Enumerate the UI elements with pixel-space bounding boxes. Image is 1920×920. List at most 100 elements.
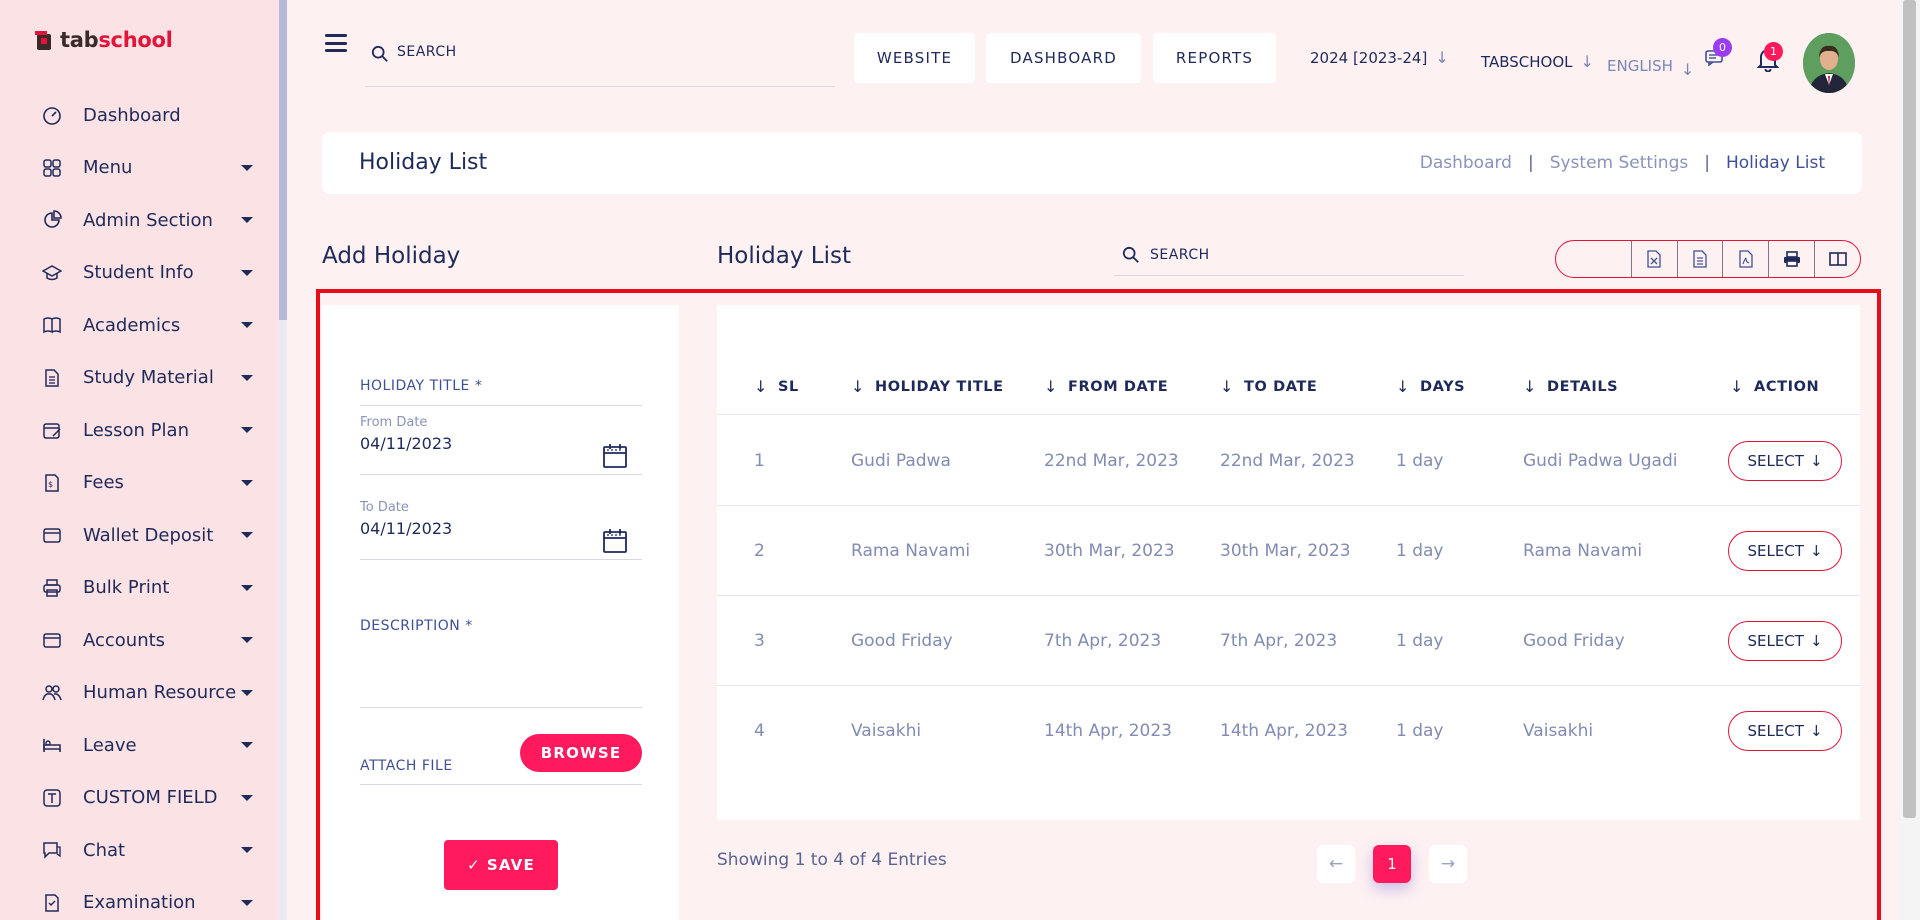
calendar-edit-icon xyxy=(42,420,62,440)
website-button[interactable]: WEBSITE xyxy=(854,33,975,83)
language-value: ENGLISH xyxy=(1607,56,1673,75)
excel-file-icon xyxy=(1647,250,1661,268)
school-select[interactable]: TABSCHOOL ↓ xyxy=(1481,52,1594,71)
sidebar-item-label: Dashboard xyxy=(83,104,181,126)
messages-badge: 0 xyxy=(1713,38,1732,57)
language-select[interactable]: ENGLISH ↓ xyxy=(1607,52,1695,80)
users-icon xyxy=(42,683,62,703)
focus-region xyxy=(316,289,1881,920)
sidebar-item-fees[interactable]: $ Fees xyxy=(0,457,279,510)
sidebar-item-label: Academics xyxy=(83,314,181,336)
sidebar-item-menu[interactable]: Menu xyxy=(0,142,279,195)
arrow-down-icon: ↓ xyxy=(1580,52,1594,71)
breadcrumb-dashboard[interactable]: Dashboard xyxy=(1420,153,1512,173)
caret-down-icon xyxy=(241,532,253,539)
caret-down-icon xyxy=(241,584,253,591)
user-avatar-icon xyxy=(1803,33,1855,93)
export-pdf-button[interactable] xyxy=(1722,241,1768,277)
sidebar-item-lesson-plan[interactable]: Lesson Plan xyxy=(0,404,279,457)
global-search-input[interactable] xyxy=(397,44,797,60)
caret-down-icon xyxy=(241,374,253,381)
holiday-search[interactable] xyxy=(1114,234,1464,276)
copy-button[interactable] xyxy=(1556,241,1631,277)
sidebar-scrollbar[interactable] xyxy=(279,0,287,920)
reports-button[interactable]: REPORTS xyxy=(1153,33,1276,83)
school-value: TABSCHOOL xyxy=(1481,52,1573,71)
sidebar-item-bulk-print[interactable]: Bulk Print xyxy=(0,562,279,615)
caret-down-icon xyxy=(241,637,253,644)
sidebar-item-accounts[interactable]: Accounts xyxy=(0,614,279,667)
page-header: Holiday List Dashboard | System Settings… xyxy=(322,132,1862,194)
holiday-search-input[interactable] xyxy=(1150,246,1450,263)
caret-down-icon xyxy=(241,427,253,434)
print-button[interactable] xyxy=(1768,241,1814,277)
sidebar-item-custom-field[interactable]: CUSTOM FIELD xyxy=(0,772,279,825)
sidebar-item-label: Wallet Deposit xyxy=(83,524,214,546)
caret-down-icon xyxy=(241,847,253,854)
caret-down-icon xyxy=(241,217,253,224)
sidebar-item-label: Accounts xyxy=(83,629,166,651)
hamburger-line xyxy=(325,34,347,37)
search-icon xyxy=(1122,246,1139,263)
breadcrumb-separator: | xyxy=(1527,153,1534,173)
sidebar-item-academics[interactable]: Academics xyxy=(0,299,279,352)
hamburger-line xyxy=(325,49,347,52)
exam-icon xyxy=(42,893,62,913)
speedometer-icon xyxy=(42,105,62,126)
sidebar-item-student-info[interactable]: Student Info xyxy=(0,247,279,300)
arrow-down-icon: ↓ xyxy=(1435,48,1449,67)
columns-icon xyxy=(1828,252,1847,266)
sidebar-item-chat[interactable]: Chat xyxy=(0,824,279,877)
sidebar-item-examination[interactable]: Examination xyxy=(0,877,279,920)
pdf-file-icon xyxy=(1739,250,1753,268)
grid-icon xyxy=(42,158,62,178)
notifications-badge: 1 xyxy=(1764,42,1783,61)
sidebar-nav: Dashboard Menu Admin Section Student Info Ac… xyxy=(0,89,279,920)
arrow-down-icon: ↓ xyxy=(1680,60,1695,79)
session-select[interactable]: 2024 [2023-24] ↓ xyxy=(1310,48,1449,67)
printer-icon xyxy=(42,578,62,598)
sidebar-item-study-material[interactable]: Study Material xyxy=(0,352,279,405)
column-visibility-button[interactable] xyxy=(1814,241,1860,277)
sidebar-item-human-resource[interactable]: Human Resource xyxy=(0,667,279,720)
sidebar-item-label: Menu xyxy=(83,157,133,179)
caret-down-icon xyxy=(241,269,253,276)
add-holiday-heading: Add Holiday xyxy=(322,243,461,269)
sidebar-item-leave[interactable]: Leave xyxy=(0,719,279,772)
sidebar-item-wallet-deposit[interactable]: Wallet Deposit xyxy=(0,509,279,562)
svg-text:$: $ xyxy=(48,480,53,489)
caret-down-icon xyxy=(241,479,253,486)
pie-chart-icon xyxy=(42,210,62,230)
printer-icon xyxy=(1783,251,1800,267)
breadcrumb-system-settings[interactable]: System Settings xyxy=(1550,153,1689,173)
sidebar-item-label: CUSTOM FIELD xyxy=(83,787,218,809)
sidebar-item-label: Lesson Plan xyxy=(83,419,189,441)
sidebar-item-label: Human Resource xyxy=(83,682,237,704)
dashboard-button[interactable]: DASHBOARD xyxy=(986,33,1141,83)
breadcrumb-separator: | xyxy=(1704,153,1710,173)
sidebar-item-dashboard[interactable]: Dashboard xyxy=(0,89,279,142)
brand-logo[interactable]: tab school xyxy=(32,28,173,52)
avatar[interactable] xyxy=(1803,33,1855,93)
global-search[interactable] xyxy=(365,36,835,87)
page-scrollbar[interactable] xyxy=(1899,0,1920,920)
sidebar: tab school Dashboard Menu Admin Section Stud… xyxy=(0,0,279,920)
caret-down-icon xyxy=(241,322,253,329)
text-file-icon xyxy=(1693,250,1707,268)
brand-name-part2: school xyxy=(98,28,173,52)
chat-icon xyxy=(42,840,62,860)
wallet-icon xyxy=(42,630,62,650)
export-excel-button[interactable] xyxy=(1630,241,1677,277)
brand-name-part1: tab xyxy=(60,28,99,52)
menu-toggle-button[interactable] xyxy=(325,34,347,52)
caret-down-icon xyxy=(241,689,253,696)
sidebar-item-label: Leave xyxy=(83,734,137,756)
breadcrumb-current: Holiday List xyxy=(1725,153,1825,173)
sidebar-scroll-thumb[interactable] xyxy=(279,0,287,320)
sidebar-item-admin-section[interactable]: Admin Section xyxy=(0,194,279,247)
sidebar-item-label: Study Material xyxy=(83,367,214,389)
export-csv-button[interactable] xyxy=(1676,241,1723,277)
caret-down-icon xyxy=(241,899,253,906)
page-scroll-thumb[interactable] xyxy=(1903,0,1916,818)
caret-down-icon xyxy=(241,794,253,801)
